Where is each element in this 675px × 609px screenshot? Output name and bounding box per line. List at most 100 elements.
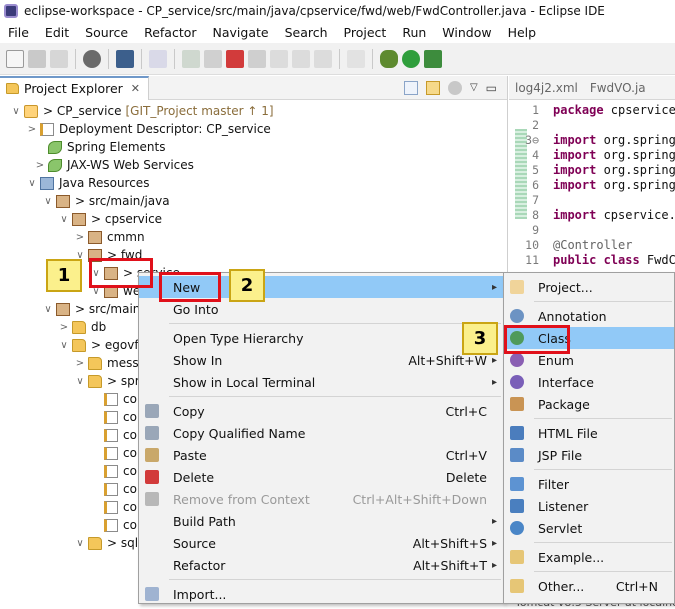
new-item-package[interactable]: Package [504, 393, 674, 415]
expand-toggle-icon[interactable]: > [26, 124, 38, 135]
menu-window[interactable]: Window [434, 25, 499, 40]
expand-toggle-icon[interactable]: > [34, 160, 46, 171]
tree-item[interactable]: co [90, 390, 137, 408]
disconnect-icon[interactable] [248, 49, 266, 68]
expand-toggle-icon[interactable]: ∨ [58, 340, 70, 351]
collapse-all-icon[interactable] [403, 80, 418, 95]
filter-icon[interactable] [447, 80, 462, 95]
terminate-icon[interactable] [226, 49, 244, 68]
menu-help[interactable]: Help [500, 25, 545, 40]
tree-item[interactable]: co [90, 444, 137, 462]
expand-toggle-icon[interactable]: ∨ [42, 196, 54, 207]
new-item-project[interactable]: Project... [504, 276, 674, 298]
other-icon [510, 579, 524, 593]
menu-item-copy[interactable]: Copy Ctrl+C [139, 400, 503, 422]
tree-item[interactable]: ∨ Java Resources [26, 174, 149, 192]
tab-fwdvo-java[interactable]: FwdVO.ja [584, 81, 652, 95]
menu-item-paste[interactable]: Paste Ctrl+V [139, 444, 503, 466]
step-return-icon[interactable] [314, 49, 332, 68]
tree-item[interactable]: ∨ > egovfr [58, 336, 143, 354]
expand-toggle-icon[interactable]: ∨ [42, 304, 54, 315]
menu-source[interactable]: Source [77, 25, 136, 40]
step-into-icon[interactable] [270, 49, 288, 68]
menu-project[interactable]: Project [336, 25, 395, 40]
new-icon[interactable] [6, 49, 24, 68]
tree-item[interactable]: > messa [74, 354, 146, 372]
new-item-jsp-file[interactable]: JSP File [504, 444, 674, 466]
save-icon[interactable] [28, 49, 46, 68]
expand-toggle-icon[interactable]: > [74, 232, 86, 243]
expand-toggle-icon[interactable]: > [74, 358, 86, 369]
paragraph-icon[interactable] [347, 49, 365, 68]
tree-item[interactable]: co [90, 498, 137, 516]
tree-item[interactable]: ∨ > src/main/java [42, 192, 169, 210]
expand-toggle-icon[interactable]: ∨ [74, 376, 86, 387]
tree-item[interactable]: > JAX-WS Web Services [34, 156, 194, 174]
tree-item[interactable]: ∨ > cpservice [58, 210, 162, 228]
tree-item[interactable]: ∨ > CP_service [GIT_Project master ↑ 1] [10, 102, 273, 120]
new-item-html-file[interactable]: HTML File [504, 422, 674, 444]
expand-toggle-icon[interactable]: ∨ [10, 106, 22, 117]
menu-item-build-path[interactable]: Build Path ▸ [139, 510, 503, 532]
menu-item-delete[interactable]: Delete Delete [139, 466, 503, 488]
new-item-filter[interactable]: Filter [504, 473, 674, 495]
suspend-icon[interactable] [204, 49, 222, 68]
save-all-icon[interactable] [50, 49, 68, 68]
close-icon[interactable]: ✕ [131, 82, 140, 95]
menu-navigate[interactable]: Navigate [205, 25, 277, 40]
new-item-servlet[interactable]: Servlet [504, 517, 674, 539]
menu-search[interactable]: Search [277, 25, 336, 40]
view-menu-icon[interactable]: ▽ [470, 82, 478, 93]
tree-item[interactable]: ∨ > src/main/ [42, 300, 144, 318]
menu-item-source[interactable]: Source Alt+Shift+S ▸ [139, 532, 503, 554]
expand-toggle-icon[interactable]: ∨ [26, 178, 38, 189]
menu-edit[interactable]: Edit [37, 25, 77, 40]
skip-breakpoints-icon[interactable] [149, 49, 167, 68]
new-item-annotation[interactable]: Annotation [504, 305, 674, 327]
xml-icon [104, 428, 118, 442]
expand-toggle-icon[interactable]: ∨ [58, 214, 70, 225]
run-icon[interactable] [402, 49, 420, 68]
resume-icon[interactable] [182, 49, 200, 68]
terminal-icon[interactable] [116, 49, 134, 68]
tree-item[interactable]: co [90, 516, 137, 534]
menu-item-refactor[interactable]: Refactor Alt+Shift+T ▸ [139, 554, 503, 576]
menu-run[interactable]: Run [394, 25, 434, 40]
tab-project-explorer[interactable]: Project Explorer ✕ [0, 75, 150, 100]
new-item-listener[interactable]: Listener [504, 495, 674, 517]
line-number: 7 [532, 193, 539, 207]
menu-item-remove-from-context[interactable]: Remove from Context Ctrl+Alt+Shift+Down [139, 488, 503, 510]
expand-toggle-icon[interactable]: ∨ [74, 538, 86, 549]
tree-item[interactable]: > Deployment Descriptor: CP_service [26, 120, 271, 138]
code-keyword: import [553, 133, 597, 147]
tree-item[interactable]: > db [58, 318, 106, 336]
menu-refactor[interactable]: Refactor [136, 25, 204, 40]
expand-toggle-icon[interactable]: > [58, 322, 70, 333]
annotation-icon [510, 309, 524, 323]
step-over-icon[interactable] [292, 49, 310, 68]
tree-item[interactable]: co [90, 480, 137, 498]
title-bar: eclipse-workspace - CP_service/src/main/… [0, 0, 675, 22]
debug-icon[interactable] [380, 49, 398, 68]
menu-item-show-in[interactable]: Show In Alt+Shift+W ▸ [139, 349, 503, 371]
tree-item[interactable]: co [90, 408, 137, 426]
menu-item-show-in-local-terminal[interactable]: Show in Local Terminal ▸ [139, 371, 503, 393]
tab-log4j2-xml[interactable]: log4j2.xml [509, 81, 584, 95]
menu-item-import[interactable]: Import... [139, 583, 503, 605]
tree-item[interactable]: co [90, 462, 137, 480]
tree-item[interactable]: Spring Elements [34, 138, 165, 156]
menu-item-open-type-hierarchy[interactable]: Open Type Hierarchy [139, 327, 503, 349]
settings-icon[interactable] [83, 49, 101, 68]
tree-item[interactable]: co [90, 426, 137, 444]
new-item-interface[interactable]: Interface [504, 371, 674, 393]
minimize-icon[interactable]: ▭ [486, 81, 497, 95]
import-icon [145, 587, 159, 601]
new-item-example[interactable]: Example... [504, 546, 674, 568]
external-tools-icon[interactable] [424, 49, 442, 68]
menu-file[interactable]: File [0, 25, 37, 40]
tree-item[interactable]: > cmmn [74, 228, 145, 246]
menu-item-copy-qualified-name[interactable]: Copy Qualified Name [139, 422, 503, 444]
tree-item[interactable]: ∨ > spri [74, 372, 143, 390]
link-with-editor-icon[interactable] [425, 80, 440, 95]
new-item-other[interactable]: Other... Ctrl+N [504, 575, 674, 597]
